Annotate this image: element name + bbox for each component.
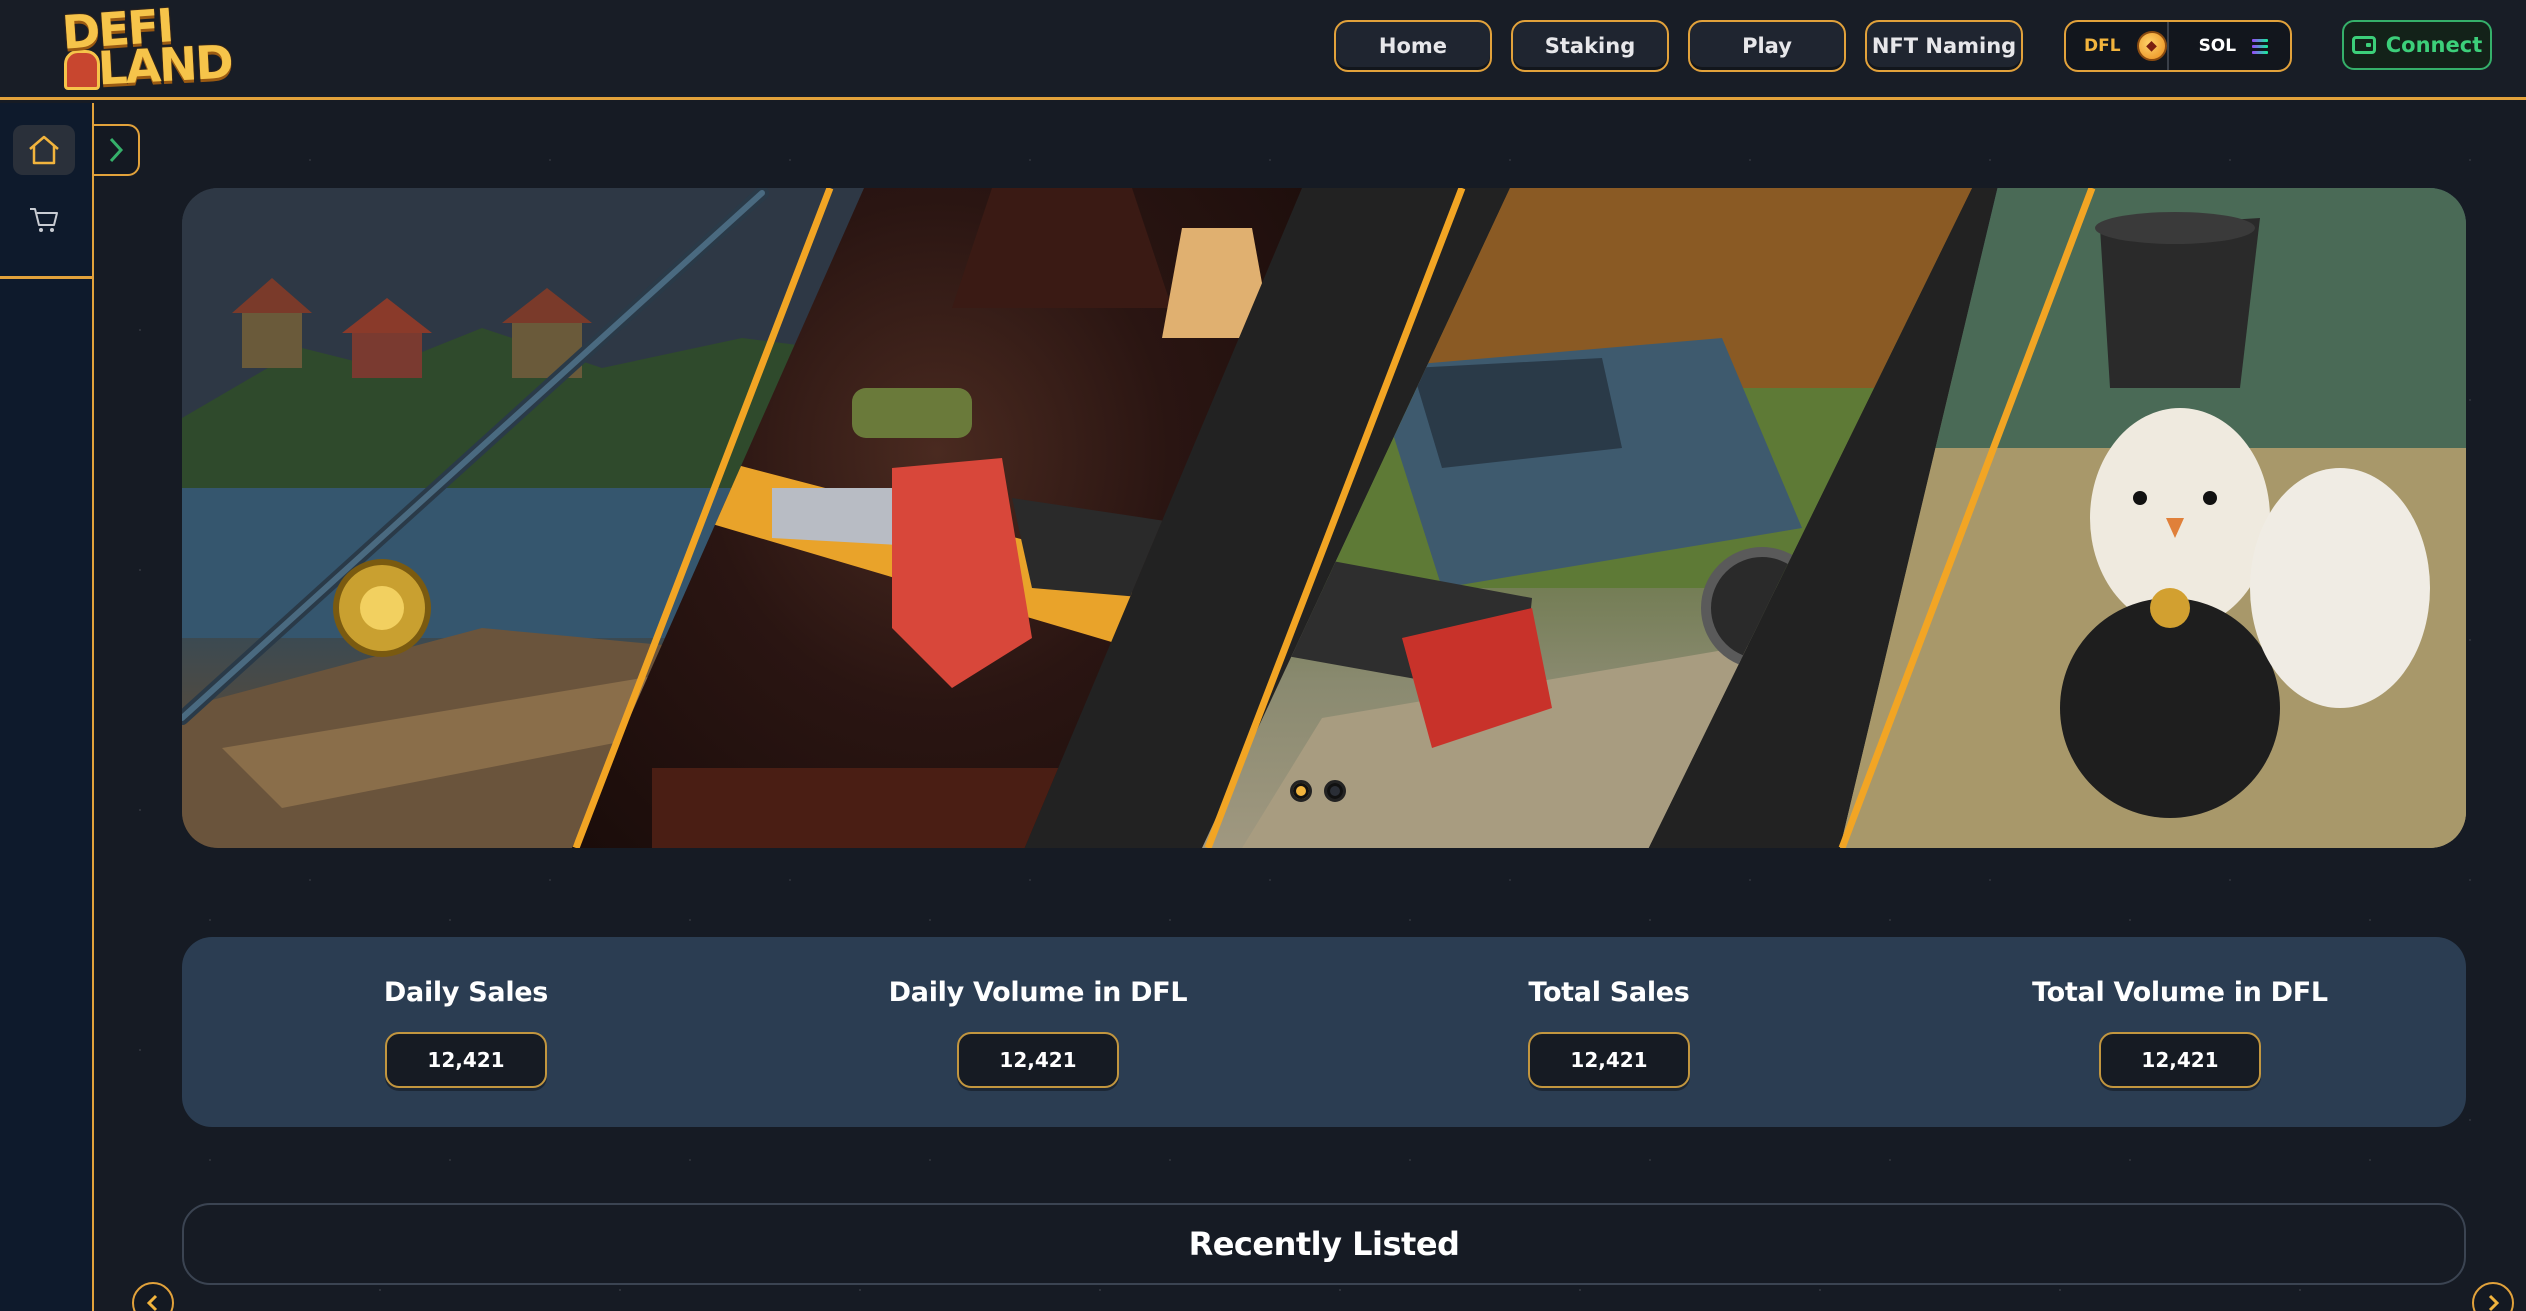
- nav-nft-naming-button[interactable]: NFT Naming: [1865, 20, 2023, 72]
- sidebar: [0, 103, 94, 1311]
- main-nav: Home Staking Play NFT Naming: [1334, 20, 2023, 72]
- chevron-left-icon: [146, 1294, 158, 1311]
- stat-value: 12,421: [2099, 1032, 2261, 1088]
- recent-prev-button[interactable]: [132, 1282, 174, 1311]
- nav-play-button[interactable]: Play: [1688, 20, 1846, 72]
- token-balance-widget[interactable]: DFL ◆ SOL: [2064, 20, 2292, 72]
- sidebar-item-home[interactable]: [13, 125, 75, 175]
- stat-total-sales: Total Sales 12,421: [1329, 977, 1889, 1088]
- stat-total-volume: Total Volume in DFL 12,421: [1900, 977, 2460, 1088]
- sol-label: SOL: [2198, 36, 2237, 56]
- recent-next-button[interactable]: [2472, 1282, 2514, 1311]
- slide-separators: [572, 188, 2096, 848]
- chevron-right-icon: [109, 137, 124, 163]
- stat-daily-sales: Daily Sales 12,421: [186, 977, 746, 1088]
- connect-wallet-button[interactable]: Connect: [2342, 20, 2492, 70]
- stat-value: 12,421: [957, 1032, 1119, 1088]
- dfl-coin-icon: ◆: [2136, 31, 2167, 61]
- connect-label: Connect: [2385, 33, 2483, 57]
- home-icon: [29, 135, 59, 165]
- top-header: DEFI LAND Home Staking Play NFT Naming D…: [0, 0, 2526, 100]
- dfl-token: DFL ◆: [2066, 22, 2167, 70]
- wallet-icon: [2351, 36, 2376, 54]
- carousel-dot-2[interactable]: [1324, 780, 1346, 802]
- sidebar-divider: [0, 276, 92, 279]
- sidebar-expand-toggle[interactable]: [94, 124, 140, 176]
- stat-label: Total Sales: [1528, 977, 1690, 1008]
- dfl-label: DFL: [2084, 36, 2121, 56]
- stat-label: Total Volume in DFL: [2032, 977, 2328, 1008]
- logo-text-bottom: LAND: [96, 34, 233, 96]
- carousel-dot-1[interactable]: [1290, 780, 1312, 802]
- stat-value: 12,421: [1528, 1032, 1690, 1088]
- carousel-dots: [1290, 780, 1346, 802]
- solana-icon: [2252, 38, 2269, 54]
- sol-token: SOL: [2166, 22, 2269, 70]
- cart-icon: [30, 208, 58, 232]
- market-stats-panel: Daily Sales 12,421 Daily Volume in DFL 1…: [182, 937, 2466, 1127]
- sidebar-item-marketplace[interactable]: [22, 198, 66, 242]
- nav-home-button[interactable]: Home: [1334, 20, 1492, 72]
- stat-daily-volume: Daily Volume in DFL 12,421: [758, 977, 1318, 1088]
- stat-value: 12,421: [385, 1032, 547, 1088]
- stat-label: Daily Volume in DFL: [888, 977, 1188, 1008]
- defi-land-logo[interactable]: DEFI LAND: [52, 0, 233, 96]
- stat-label: Daily Sales: [383, 977, 549, 1008]
- recently-listed-header: Recently Listed: [182, 1203, 2466, 1285]
- hero-carousel[interactable]: [182, 188, 2466, 848]
- chevron-right-icon: [2488, 1294, 2500, 1311]
- nav-staking-button[interactable]: Staking: [1511, 20, 1669, 72]
- recently-listed-title: Recently Listed: [1188, 1225, 1460, 1263]
